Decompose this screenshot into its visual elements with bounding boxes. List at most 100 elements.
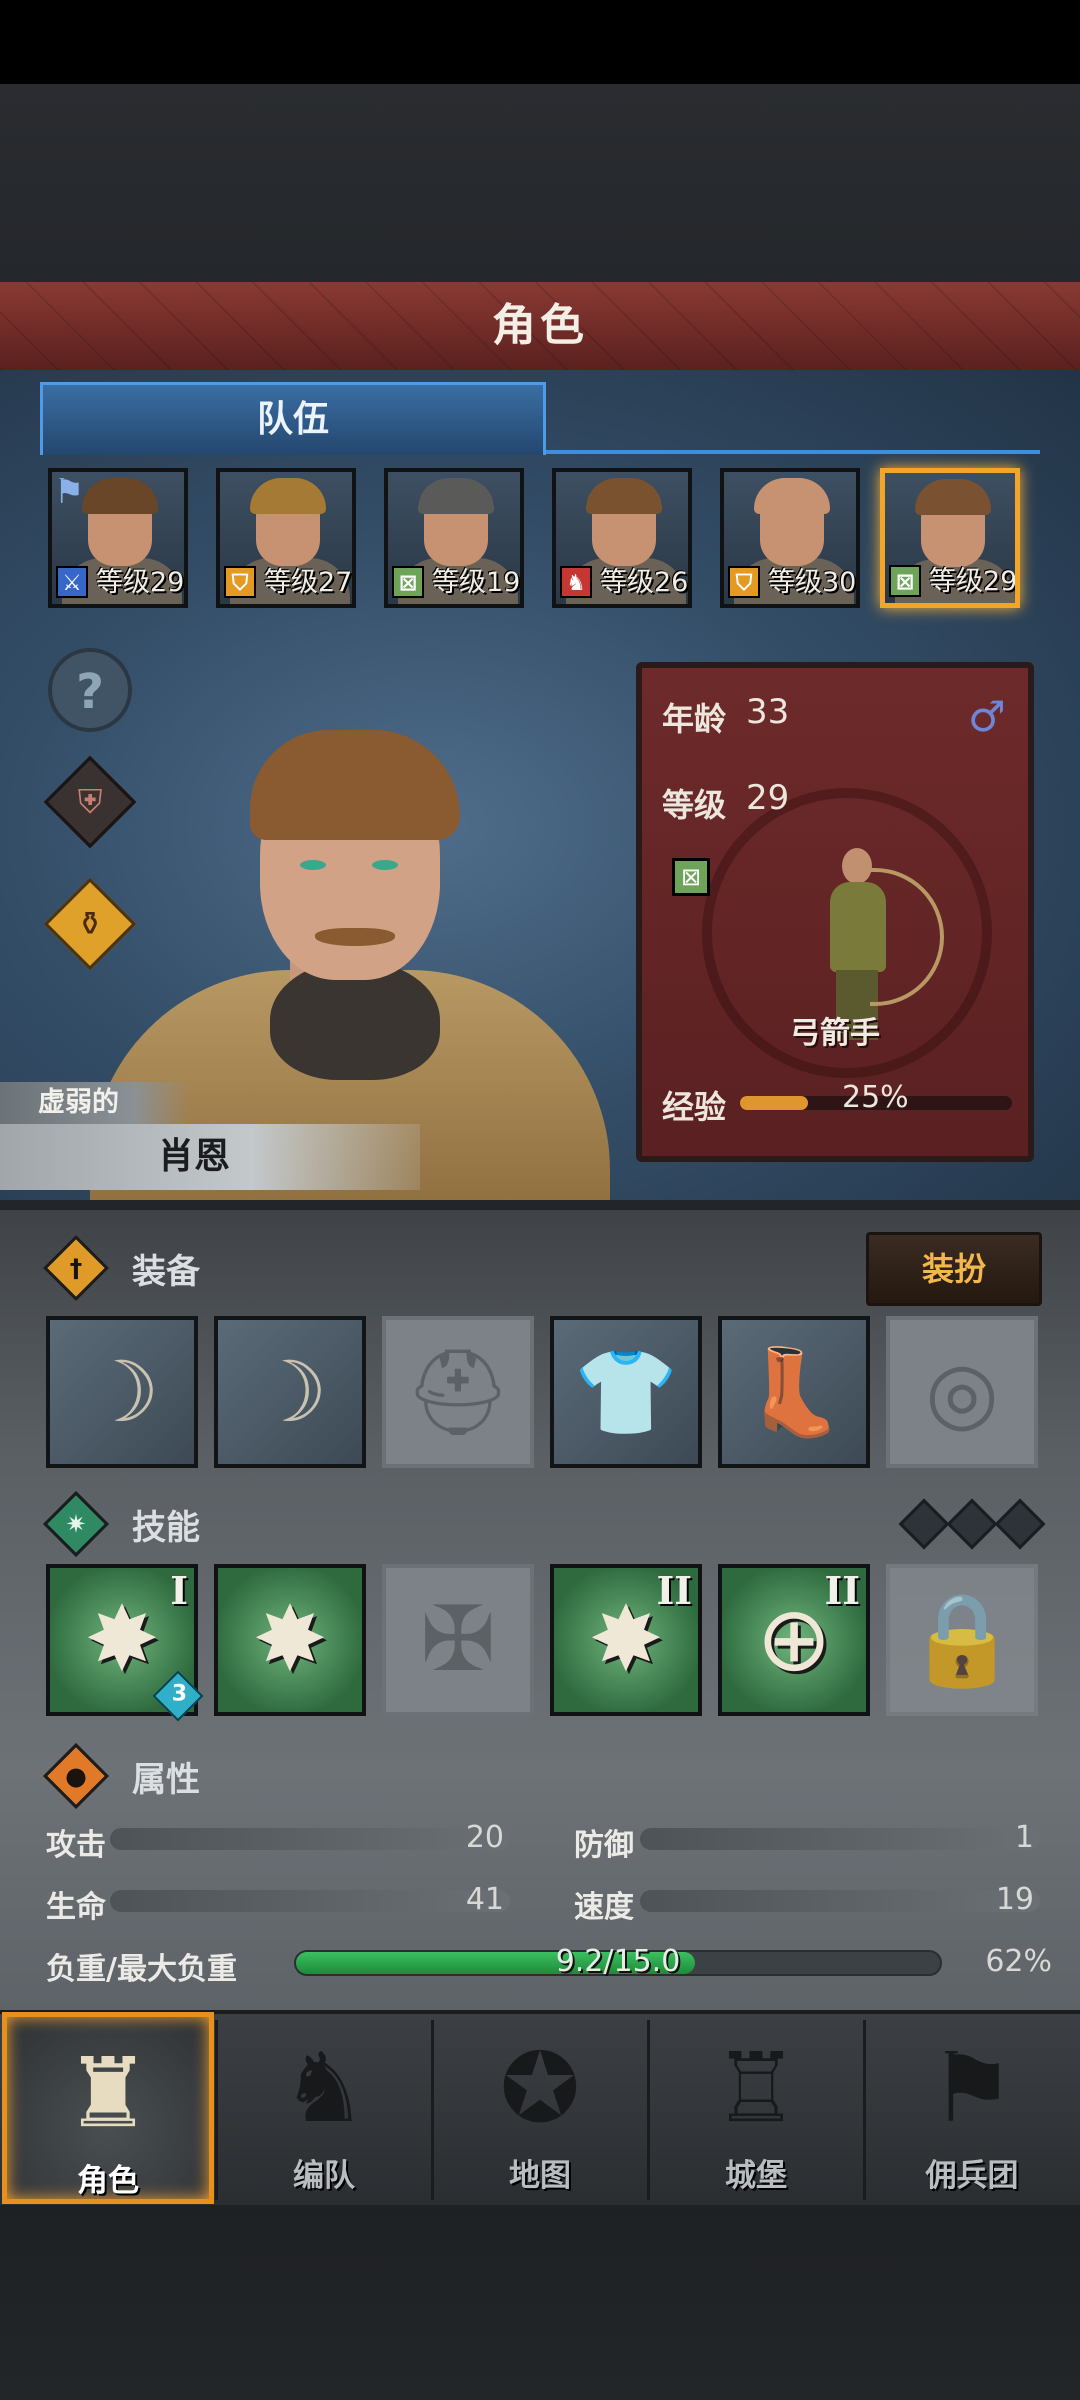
equipment-item-icon: ☽	[84, 1343, 160, 1441]
equipment-header-band	[86, 1250, 966, 1290]
ring-slot[interactable]: ◎	[886, 1316, 1038, 1468]
nav-divider	[431, 2020, 434, 2200]
member-hair	[82, 478, 158, 514]
member-hair	[915, 479, 991, 515]
castle-icon: ♖	[712, 2032, 800, 2144]
class-name: 弓箭手	[790, 1016, 880, 1051]
attributes-title: 属性	[132, 1760, 200, 1800]
load-bar: 9.2/15.0	[294, 1944, 942, 1979]
chest-slot[interactable]: 👕	[550, 1316, 702, 1468]
hp-value: 41	[465, 1882, 504, 1917]
member-hair	[250, 478, 326, 514]
equipment-item-icon: 👢	[741, 1343, 847, 1441]
bow-class-icon: ⊠	[672, 858, 710, 896]
skill-slot[interactable]: ✠	[382, 1564, 534, 1716]
level-label: 等级	[662, 786, 727, 824]
character-icon: ♜	[64, 2037, 152, 2149]
male-gender-icon: ♂	[968, 692, 1006, 741]
nav-label: 城堡	[725, 2158, 787, 2194]
skill-icon: ✠	[420, 1587, 496, 1692]
page-title: 角色	[492, 300, 588, 351]
bow-icon: ⊠	[889, 565, 921, 597]
skill-tier: II	[824, 1568, 860, 1613]
skills-title: 技能	[132, 1508, 200, 1548]
skill-slot[interactable]: ✸ I 3	[46, 1564, 204, 1722]
member-hair	[586, 478, 662, 514]
lock-icon: 🔒	[905, 1587, 1019, 1692]
member-hair	[418, 478, 494, 514]
nav-label: 地图	[509, 2158, 571, 2194]
locked-skill-slot[interactable]: 🔒	[886, 1564, 1038, 1716]
title-banner: 角色	[0, 282, 1080, 376]
archer-head	[842, 848, 872, 884]
nav-formation[interactable]: ♞ 编队	[218, 2012, 430, 2204]
team-member[interactable]: 等级27 ⛉	[216, 468, 356, 608]
equipment-item-icon: ☽	[252, 1343, 328, 1441]
attributes-icon: ●	[42, 1742, 110, 1810]
nav-mercenaries[interactable]: ⚑ 佣兵团	[866, 2012, 1078, 2204]
leader-flag-icon: ⚑	[54, 472, 85, 512]
team-member[interactable]: 等级30 ⛉	[720, 468, 860, 608]
character-info-card: 年龄 33 ♂ 等级 29 ⊠ 弓箭手 经验 25%	[636, 662, 1034, 1162]
attributes-header-band	[86, 1758, 966, 1798]
nav-castle[interactable]: ♖ 城堡	[650, 2012, 862, 2204]
hero-eye-left	[300, 860, 326, 870]
skill-icon: ✸	[252, 1587, 328, 1692]
nav-divider	[215, 2020, 218, 2200]
load-percent: 62%	[985, 1944, 1052, 1979]
nav-map[interactable]: ✪ 地图	[434, 2012, 646, 2204]
skill-tier: I	[170, 1568, 188, 1613]
defense-value: 1	[1014, 1820, 1034, 1855]
dress-up-button[interactable]: 装扮	[866, 1232, 1042, 1306]
equipment-item-icon: ◎	[925, 1343, 999, 1441]
skills-header-band	[86, 1506, 966, 1546]
nav-label: 佣兵团	[925, 2158, 1019, 2194]
equipment-title: 装备	[132, 1252, 200, 1292]
skill-slot[interactable]: ✸	[214, 1564, 366, 1716]
help-glyph: ?	[76, 664, 104, 720]
bottom-backdrop	[0, 2205, 1080, 2400]
team-member[interactable]: 等级26 ♞	[552, 468, 692, 608]
hero-hair	[250, 730, 460, 840]
equipment-item-icon: ⛑	[404, 1343, 512, 1441]
status-bar	[0, 0, 1080, 84]
load-label: 负重/最大负重	[46, 1952, 237, 1987]
attack-label: 攻击	[46, 1828, 106, 1863]
nav-divider	[647, 2020, 650, 2200]
skill-slot[interactable]: ✸ II	[550, 1564, 702, 1716]
nav-character[interactable]: ♜ 角色	[2, 2012, 214, 2204]
attributes-icon-glyph: ●	[65, 1761, 87, 1791]
mercenaries-icon: ⚑	[928, 2032, 1016, 2144]
age-value: 33	[746, 692, 790, 732]
tab-team-label: 队伍	[256, 399, 329, 440]
age-label: 年龄	[662, 700, 727, 738]
skill-slot[interactable]: ⊕ II	[718, 1564, 870, 1716]
bow-slot-2[interactable]: ☽	[214, 1316, 366, 1468]
skills-icon-glyph: ✷	[65, 1509, 87, 1539]
hero-eye-right	[372, 860, 398, 870]
skills-header: ✷ 技能	[42, 1490, 1046, 1558]
beast-icon: ♞	[560, 566, 592, 598]
map-icon: ✪	[499, 2032, 581, 2144]
team-member[interactable]: 等级29 ⊠	[880, 468, 1020, 608]
hero-moustache	[315, 928, 395, 946]
top-backdrop	[0, 84, 1080, 282]
attack-value: 20	[465, 1820, 504, 1855]
team-member[interactable]: 等级19 ⊠	[384, 468, 524, 608]
team-member[interactable]: ⚑ 等级29 ⚔	[48, 468, 188, 608]
hero-status: 虚弱的	[0, 1082, 190, 1124]
equipment-item-icon: 👕	[573, 1343, 679, 1441]
exp-label: 经验	[662, 1088, 727, 1126]
helmet-slot[interactable]: ⛑	[382, 1316, 534, 1468]
skill-tier: II	[656, 1568, 692, 1613]
hp-label: 生命	[46, 1890, 106, 1925]
bow-slot-1[interactable]: ☽	[46, 1316, 198, 1468]
nav-divider	[863, 2020, 866, 2200]
boots-slot[interactable]: 👢	[718, 1316, 870, 1468]
exp-bar-fill	[740, 1096, 808, 1110]
nav-label: 角色	[77, 2163, 139, 2199]
hero-name: 肖恩	[0, 1124, 420, 1190]
speed-value: 19	[995, 1882, 1034, 1917]
tab-team[interactable]: 队伍	[40, 382, 546, 455]
shield-icon: ⛉	[224, 566, 256, 598]
